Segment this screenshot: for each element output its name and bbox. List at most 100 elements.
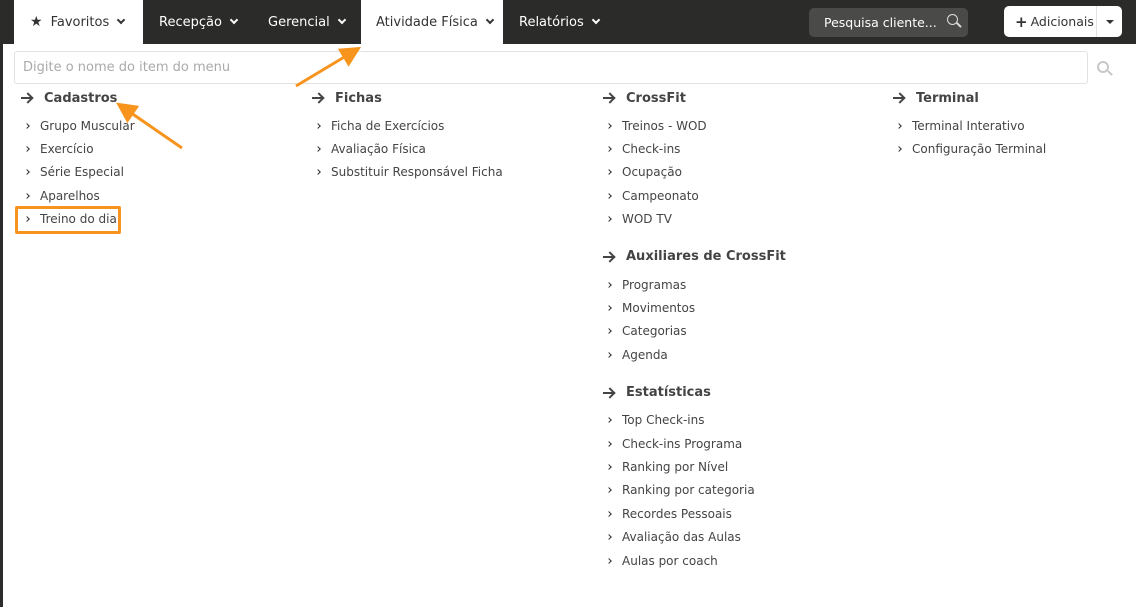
section-title-label: CrossFit (626, 90, 686, 106)
chevron-right-icon (24, 169, 30, 176)
button-divider (1096, 6, 1097, 37)
menu-item-label: Check-ins Programa (622, 436, 743, 451)
chevron-right-icon (606, 146, 612, 152)
menu-item-check-ins-programa[interactable]: Check-ins Programa (599, 432, 786, 455)
menu-item-wod-tv[interactable]: WOD TV (599, 208, 786, 231)
menu-item-categorias[interactable]: Categorias (599, 320, 786, 343)
tab-recepcao[interactable]: Recepção (143, 0, 252, 44)
chevron-right-icon (606, 351, 612, 358)
menu-item-agenda[interactable]: Agenda (599, 343, 786, 366)
menu-item-label: Check-ins (622, 142, 681, 157)
menu-item-movimentos[interactable]: Movimentos (599, 296, 786, 319)
chevron-right-icon (606, 417, 612, 424)
tab-favoritos[interactable]: ★ Favoritos (14, 0, 143, 44)
chevron-right-icon (606, 281, 612, 288)
menu-item-ranking-por-nivel[interactable]: Ranking por Nível (599, 455, 786, 478)
highlight-box (15, 206, 121, 234)
menu-item-label: Campeonato (622, 188, 699, 203)
menu-item-aparelhos[interactable]: Aparelhos (17, 184, 135, 207)
menu-column-4: Terminal Terminal Interativo Configuraçã… (889, 86, 1046, 161)
chevron-down-icon (591, 15, 601, 25)
menu-item-aulas-por-coach[interactable]: Aulas por coach (599, 549, 786, 572)
star-icon: ★ (30, 14, 43, 30)
tab-gerencial[interactable]: Gerencial (252, 0, 361, 44)
section-title-label: Terminal (916, 90, 979, 106)
section-title-label: Fichas (335, 90, 382, 106)
menu-item-ranking-por-categoria[interactable]: Ranking por categoria (599, 479, 786, 502)
tab-favoritos-label: Favoritos (50, 14, 110, 30)
menu-column-3: CrossFit Treinos - WOD Check-ins Ocupaçã… (599, 86, 786, 572)
menu-item-label: Agenda (622, 347, 668, 362)
chevron-down-icon (229, 15, 239, 25)
chevron-right-icon (606, 487, 612, 494)
chevron-right-icon (24, 122, 30, 129)
chevron-right-icon (606, 328, 612, 335)
chevron-right-icon (606, 216, 612, 223)
menu-item-label: Ocupação (622, 165, 682, 180)
menu-item-ficha-de-exercicios[interactable]: Ficha de Exercícios (308, 114, 503, 137)
menu-item-avaliacao-fisica[interactable]: Avaliação Física (308, 137, 503, 160)
arrow-right-icon (603, 93, 614, 103)
client-search-button[interactable]: Pesquisa cliente... (809, 8, 968, 37)
chevron-right-icon (315, 122, 321, 129)
tab-relatorios[interactable]: Relatórios (503, 0, 612, 44)
menu-item-treinos-wod[interactable]: Treinos - WOD (599, 114, 786, 137)
menu-item-label: Ranking por Nível (622, 459, 729, 474)
tab-atividade-fisica[interactable]: Atividade Física (361, 0, 503, 44)
menu-item-substituir-responsavel-ficha[interactable]: Substituir Responsável Ficha (308, 161, 503, 184)
menu-item-label: Avaliação Física (331, 142, 426, 157)
menu-item-label: Movimentos (622, 301, 696, 316)
menu-item-label: Treinos - WOD (622, 118, 707, 133)
menu-item-label: Configuração Terminal (912, 142, 1047, 157)
chevron-down-icon (485, 15, 495, 25)
tab-relatorios-label: Relatórios (519, 14, 584, 30)
menu-search-input[interactable] (14, 51, 1088, 84)
menu-item-terminal-interativo[interactable]: Terminal Interativo (889, 114, 1046, 137)
menu-item-label: Ranking por categoria (622, 483, 755, 498)
adicionais-button[interactable]: + Adicionais (1004, 6, 1122, 37)
menu-item-check-ins[interactable]: Check-ins (599, 137, 786, 160)
menu-item-configuracao-terminal[interactable]: Configuração Terminal (889, 137, 1046, 160)
tab-gerencial-label: Gerencial (268, 14, 330, 30)
chevron-right-icon (315, 169, 321, 176)
menu-item-top-check-ins[interactable]: Top Check-ins (599, 409, 786, 432)
left-edge-strip (0, 44, 3, 607)
menu-item-ocupacao[interactable]: Ocupação (599, 161, 786, 184)
section-title-label: Auxiliares de CrossFit (626, 249, 786, 265)
menu-item-programas[interactable]: Programas (599, 273, 786, 296)
menu-item-label: Terminal Interativo (912, 118, 1025, 133)
chevron-right-icon (896, 146, 902, 152)
menu-item-label: Categorias (622, 324, 687, 339)
chevron-right-icon (606, 193, 612, 199)
chevron-right-icon (606, 464, 612, 470)
menu-item-label: Ficha de Exercícios (331, 118, 445, 133)
chevron-right-icon (606, 510, 612, 517)
section-title: Terminal (889, 86, 1046, 110)
section-auxiliares-crossfit: Auxiliares de CrossFit Programas Movimen… (599, 245, 786, 367)
tab-recepcao-label: Recepção (159, 14, 222, 30)
menu-item-label: WOD TV (622, 212, 672, 227)
chevron-right-icon (606, 440, 612, 447)
arrow-right-icon (603, 388, 614, 398)
menu-item-recordes-pessoais[interactable]: Recordes Pessoais (599, 502, 786, 525)
search-icon (947, 14, 958, 25)
menu-item-grupo-muscular[interactable]: Grupo Muscular (17, 114, 135, 137)
plus-icon: + (1015, 12, 1028, 31)
section-estatisticas: Estatísticas Top Check-ins Check-ins Pro… (599, 381, 786, 573)
chevron-right-icon (606, 169, 612, 176)
section-title: Cadastros (17, 86, 135, 110)
menu-item-label: Aparelhos (40, 188, 100, 203)
menu-item-exercicio[interactable]: Exercício (17, 137, 135, 160)
menu-item-campeonato[interactable]: Campeonato (599, 184, 786, 207)
search-icon[interactable] (1097, 61, 1109, 73)
menu-item-label: Programas (622, 277, 687, 292)
arrow-right-icon (312, 93, 323, 103)
arrow-right-icon (21, 93, 32, 103)
menu-item-serie-especial[interactable]: Série Especial (17, 161, 135, 184)
section-title-label: Cadastros (44, 90, 118, 106)
adicionais-label: Adicionais (1030, 14, 1094, 29)
menu-item-avaliacao-das-aulas[interactable]: Avaliação das Aulas (599, 525, 786, 548)
chevron-right-icon (24, 193, 30, 199)
caret-down-icon[interactable] (1106, 20, 1114, 24)
menu-item-label: Top Check-ins (622, 413, 705, 428)
